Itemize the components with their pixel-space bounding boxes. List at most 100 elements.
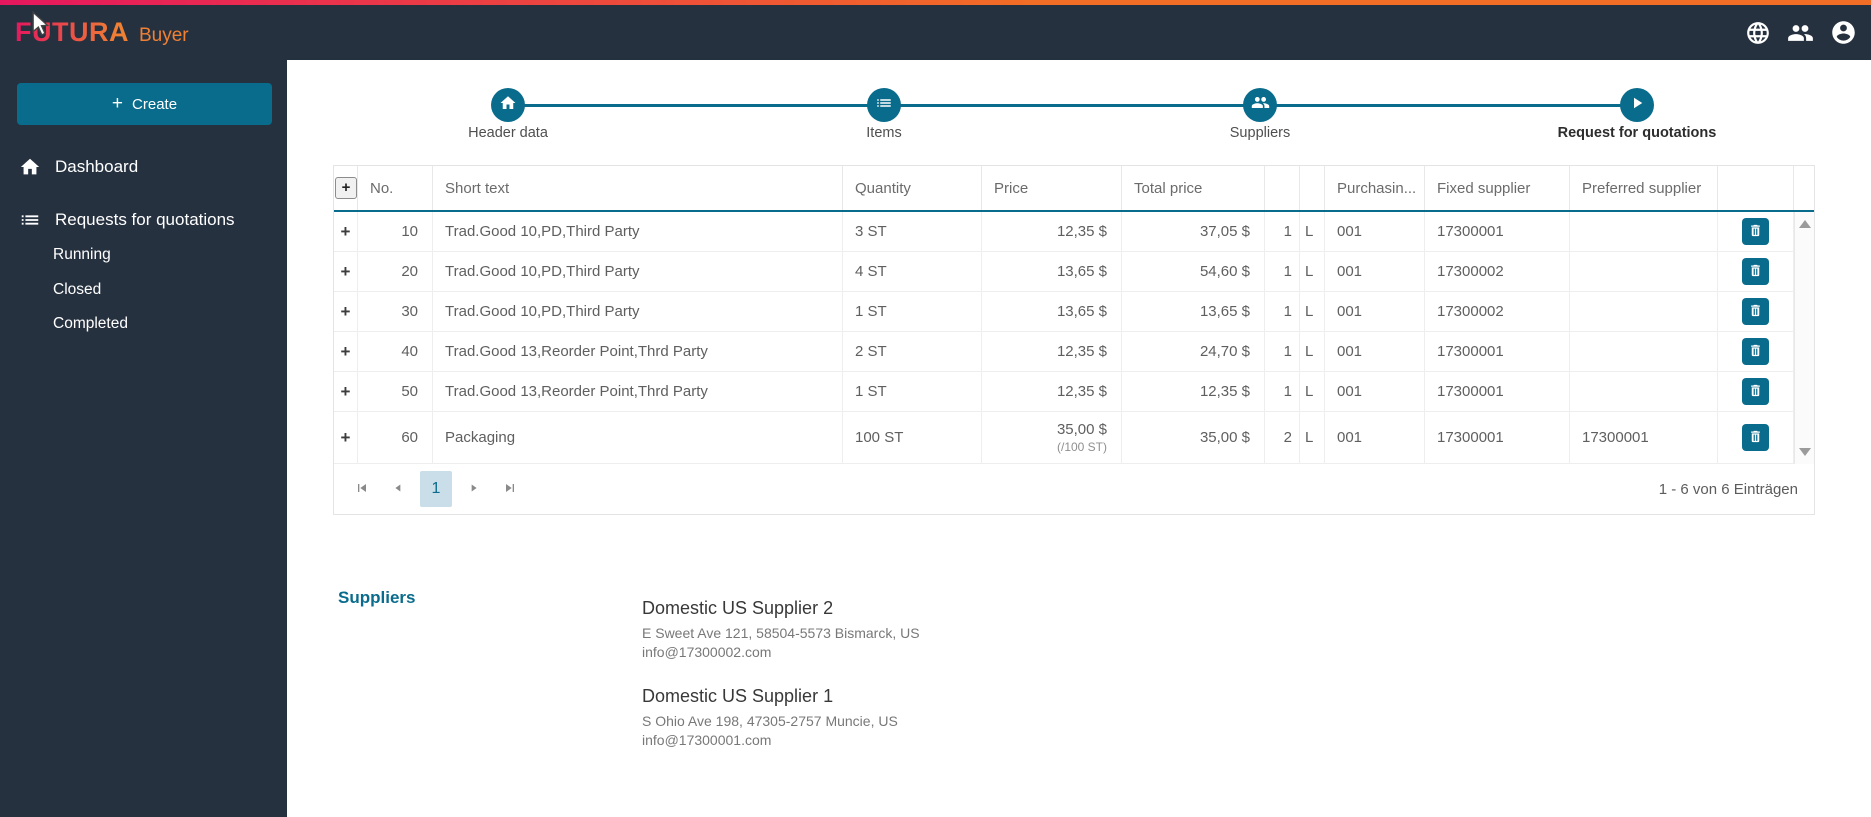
header-price: Price: [982, 166, 1122, 210]
cell-fixed-supplier: 17300001: [1425, 332, 1570, 371]
delete-row-button[interactable]: [1742, 424, 1769, 451]
add-item-button[interactable]: +: [335, 177, 357, 199]
cell-short-text: Trad.Good 10,PD,Third Party: [433, 212, 843, 251]
sidebar-item-label: Requests for quotations: [55, 210, 235, 229]
table-row: + 40 Trad.Good 13,Reorder Point,Thrd Par…: [334, 332, 1814, 372]
next-page-button[interactable]: [460, 475, 488, 503]
cell-preferred-supplier: [1570, 332, 1718, 371]
step-label-request-for-quotations: Request for quotations: [1557, 125, 1717, 141]
previous-page-button[interactable]: [384, 475, 412, 503]
cell-col2: L: [1300, 212, 1325, 251]
header-quantity: Quantity: [843, 166, 982, 210]
cell-quantity: 2 ST: [843, 332, 982, 371]
sidebar-item-dashboard[interactable]: Dashboard: [0, 147, 287, 187]
header-actions: [1718, 166, 1794, 210]
cell-preferred-supplier: [1570, 372, 1718, 411]
cell-col1: 1: [1265, 372, 1300, 411]
row-expander[interactable]: +: [341, 222, 351, 242]
cell-no: 10: [358, 212, 433, 251]
trash-icon: [1748, 429, 1763, 447]
cell-total-price: 37,05 $: [1122, 212, 1265, 251]
delete-row-button[interactable]: [1742, 378, 1769, 405]
cell-quantity: 1 ST: [843, 292, 982, 331]
price-value: 35,00 $: [1056, 421, 1107, 438]
table-row: + 50 Trad.Good 13,Reorder Point,Thrd Par…: [334, 372, 1814, 412]
cell-price: 12,35 $: [982, 332, 1122, 371]
sidebar: + Create Dashboard Requests for quotatio…: [0, 60, 287, 817]
plus-icon: +: [111, 93, 124, 114]
language-globe-icon[interactable]: [1744, 19, 1771, 46]
cell-purchasing: 001: [1325, 412, 1425, 463]
row-expander[interactable]: +: [341, 262, 351, 282]
next-page-icon: [467, 481, 481, 498]
home-icon: [19, 156, 41, 178]
step-request-for-quotations[interactable]: [1620, 88, 1654, 122]
cell-quantity: 3 ST: [843, 212, 982, 251]
header-preferred-supplier: Preferred supplier: [1570, 166, 1718, 210]
header-total-price: Total price: [1122, 166, 1265, 210]
scroll-down-arrow-icon[interactable]: [1799, 448, 1811, 456]
cell-short-text: Trad.Good 10,PD,Third Party: [433, 252, 843, 291]
row-expander[interactable]: +: [341, 382, 351, 402]
supplier-list: Domestic US Supplier 2 E Sweet Ave 121, …: [642, 598, 920, 774]
delete-row-button[interactable]: [1742, 258, 1769, 285]
first-page-icon: [354, 480, 370, 499]
row-expander[interactable]: +: [341, 302, 351, 322]
header-short-text: Short text: [433, 166, 843, 210]
table-vertical-scrollbar[interactable]: [1794, 212, 1814, 464]
step-items[interactable]: [867, 88, 901, 122]
cell-fixed-supplier: 17300001: [1425, 372, 1570, 411]
row-expander[interactable]: +: [341, 342, 351, 362]
cell-fixed-supplier: 17300002: [1425, 252, 1570, 291]
cell-short-text: Packaging: [433, 412, 843, 463]
logo-suffix: Buyer: [138, 25, 189, 46]
cell-total-price: 54,60 $: [1122, 252, 1265, 291]
cell-price: 13,65 $: [982, 252, 1122, 291]
cell-total-price: 24,70 $: [1122, 332, 1265, 371]
delete-row-button[interactable]: [1742, 298, 1769, 325]
header-add-cell: +: [334, 166, 358, 210]
account-icon[interactable]: [1830, 19, 1857, 46]
cell-purchasing: 001: [1325, 292, 1425, 331]
sidebar-subitem-closed[interactable]: Closed: [53, 281, 101, 299]
header-scrollbar-stub: [1794, 166, 1814, 210]
page-number-button[interactable]: 1: [420, 471, 452, 507]
cell-no: 40: [358, 332, 433, 371]
cell-col1: 2: [1265, 412, 1300, 463]
first-page-button[interactable]: [348, 475, 376, 503]
sidebar-subitem-running[interactable]: Running: [53, 246, 111, 264]
step-suppliers[interactable]: [1243, 88, 1277, 122]
supplier-address: S Ohio Ave 198, 47305-2757 Muncie, US: [642, 713, 898, 729]
suppliers-section-title: Suppliers: [338, 588, 416, 607]
cell-col1: 1: [1265, 252, 1300, 291]
cell-fixed-supplier: 17300002: [1425, 292, 1570, 331]
supplier-address: E Sweet Ave 121, 58504-5573 Bismarck, US: [642, 625, 920, 641]
step-header-data[interactable]: [491, 88, 525, 122]
cell-col1: 1: [1265, 332, 1300, 371]
create-button[interactable]: + Create: [17, 83, 272, 125]
cell-fixed-supplier: 17300001: [1425, 412, 1570, 463]
delete-row-button[interactable]: [1742, 218, 1769, 245]
cell-price: 35,00 $ (/100 ST): [982, 412, 1122, 463]
cell-no: 30: [358, 292, 433, 331]
table-body: + 10 Trad.Good 10,PD,Third Party 3 ST 12…: [334, 212, 1814, 464]
sidebar-item-requests-for-quotations[interactable]: Requests for quotations: [0, 200, 287, 240]
delete-row-button[interactable]: [1742, 338, 1769, 365]
sidebar-subitem-completed[interactable]: Completed: [53, 315, 128, 333]
row-expander[interactable]: +: [341, 428, 351, 448]
table-row: + 30 Trad.Good 10,PD,Third Party 1 ST 13…: [334, 292, 1814, 332]
list-icon: [19, 209, 41, 231]
cell-col2: L: [1300, 372, 1325, 411]
step-label-header-data: Header data: [468, 125, 548, 141]
sidebar-item-label: Dashboard: [55, 157, 139, 176]
cell-purchasing: 001: [1325, 252, 1425, 291]
cell-price: 12,35 $: [982, 372, 1122, 411]
last-page-button[interactable]: [496, 475, 524, 503]
logo-text: FUTURA: [15, 17, 129, 47]
scroll-up-arrow-icon[interactable]: [1799, 220, 1811, 228]
users-group-icon[interactable]: [1787, 19, 1814, 46]
cell-no: 20: [358, 252, 433, 291]
create-button-label: Create: [132, 95, 178, 113]
cell-col1: 1: [1265, 292, 1300, 331]
trash-icon: [1748, 263, 1763, 281]
